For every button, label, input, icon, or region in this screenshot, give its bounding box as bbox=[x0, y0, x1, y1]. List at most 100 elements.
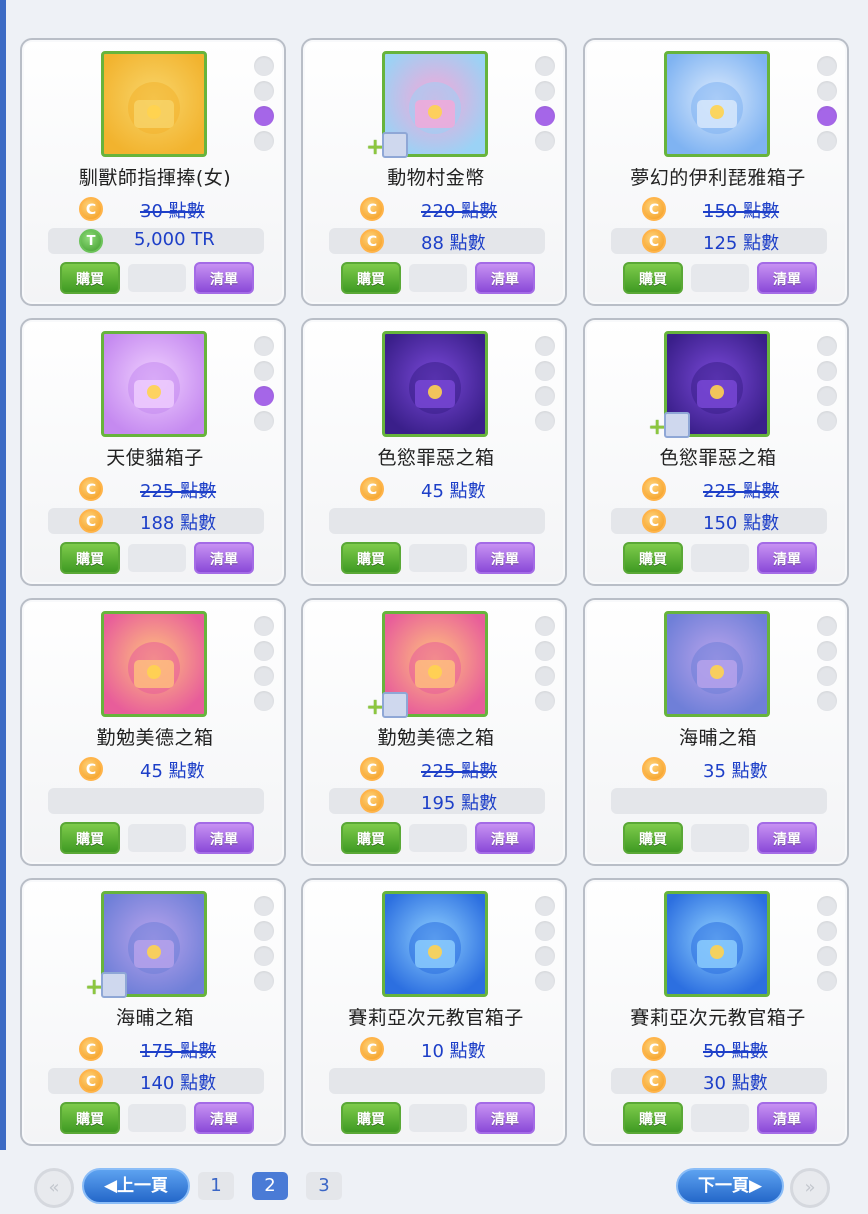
indicator-dot[interactable] bbox=[817, 641, 837, 661]
indicator-dot[interactable] bbox=[254, 81, 274, 101]
product-card[interactable]: 賽莉亞次元教官箱子 C 10 點數 購買 清單 bbox=[301, 878, 567, 1146]
wishlist-button[interactable]: 清單 bbox=[757, 542, 817, 574]
wishlist-button[interactable]: 清單 bbox=[194, 822, 254, 854]
page-link-2[interactable]: 2 bbox=[252, 1172, 288, 1200]
indicator-dot[interactable] bbox=[254, 641, 274, 661]
next-page-button[interactable]: 下一頁▶ bbox=[676, 1168, 784, 1204]
buy-button[interactable]: 購買 bbox=[341, 542, 401, 574]
wishlist-button[interactable]: 清單 bbox=[757, 262, 817, 294]
product-card[interactable]: 賽莉亞次元教官箱子 C 50 點數 C 30 點數 購買 清單 bbox=[583, 878, 849, 1146]
indicator-dot[interactable] bbox=[535, 691, 555, 711]
indicator-dot[interactable] bbox=[254, 896, 274, 916]
product-card[interactable]: 夢幻的伊利琵雅箱子 C 150 點數 C 125 點數 購買 清單 bbox=[583, 38, 849, 306]
wishlist-button[interactable]: 清單 bbox=[475, 1102, 535, 1134]
indicator-dot[interactable] bbox=[817, 971, 837, 991]
buy-button[interactable]: 購買 bbox=[623, 1102, 683, 1134]
page-link-1[interactable]: 1 bbox=[198, 1172, 234, 1200]
product-thumbnail[interactable] bbox=[101, 331, 207, 437]
wishlist-button[interactable]: 清單 bbox=[475, 262, 535, 294]
prev-page-button[interactable]: ◀上一頁 bbox=[82, 1168, 190, 1204]
product-thumbnail[interactable] bbox=[664, 51, 770, 157]
indicator-dot[interactable] bbox=[535, 386, 555, 406]
indicator-dot[interactable] bbox=[254, 971, 274, 991]
wishlist-button[interactable]: 清單 bbox=[194, 1102, 254, 1134]
indicator-dot[interactable] bbox=[817, 691, 837, 711]
indicator-dot[interactable] bbox=[817, 56, 837, 76]
indicator-dot[interactable] bbox=[254, 361, 274, 381]
indicator-dot[interactable] bbox=[254, 106, 274, 126]
product-name: 海晡之箱 bbox=[115, 1007, 194, 1029]
indicator-dot[interactable] bbox=[535, 81, 555, 101]
indicator-dot[interactable] bbox=[817, 896, 837, 916]
product-card[interactable]: + 色慾罪惡之箱 C 225 點數 C 150 點數 購買 清單 bbox=[583, 318, 849, 586]
product-card[interactable]: 馴獸師指揮捧(女) C 30 點數 T 5,000 TR 購買 清單 bbox=[20, 38, 286, 306]
indicator-dot[interactable] bbox=[254, 336, 274, 356]
indicator-dot[interactable] bbox=[535, 131, 555, 151]
product-thumbnail[interactable] bbox=[101, 611, 207, 717]
indicator-dot[interactable] bbox=[535, 411, 555, 431]
product-thumbnail[interactable] bbox=[664, 891, 770, 997]
product-card[interactable]: 天使貓箱子 C 225 點數 C 188 點數 購買 清單 bbox=[20, 318, 286, 586]
indicator-dot[interactable] bbox=[817, 106, 837, 126]
indicator-dot[interactable] bbox=[254, 411, 274, 431]
indicator-dot[interactable] bbox=[535, 971, 555, 991]
indicator-dot[interactable] bbox=[535, 56, 555, 76]
buy-button[interactable]: 購買 bbox=[60, 822, 120, 854]
product-card[interactable]: 色慾罪惡之箱 C 45 點數 購買 清單 bbox=[301, 318, 567, 586]
indicator-dot[interactable] bbox=[817, 81, 837, 101]
first-page-button[interactable]: « bbox=[34, 1168, 74, 1208]
buy-button[interactable]: 購買 bbox=[341, 262, 401, 294]
indicator-dot[interactable] bbox=[535, 921, 555, 941]
wishlist-button[interactable]: 清單 bbox=[194, 542, 254, 574]
buy-button[interactable]: 購買 bbox=[623, 262, 683, 294]
indicator-dot[interactable] bbox=[254, 921, 274, 941]
buy-button[interactable]: 購買 bbox=[623, 822, 683, 854]
indicator-dot[interactable] bbox=[254, 616, 274, 636]
product-card[interactable]: 勤勉美德之箱 C 45 點數 購買 清單 bbox=[20, 598, 286, 866]
indicator-dot[interactable] bbox=[817, 666, 837, 686]
buy-button[interactable]: 購買 bbox=[623, 542, 683, 574]
indicator-dot[interactable] bbox=[535, 361, 555, 381]
indicator-dot[interactable] bbox=[254, 666, 274, 686]
indicator-dot[interactable] bbox=[817, 946, 837, 966]
product-card[interactable]: + 動物村金幣 C 220 點數 C 88 點數 購買 清單 bbox=[301, 38, 567, 306]
indicator-dot[interactable] bbox=[535, 641, 555, 661]
indicator-dot[interactable] bbox=[254, 131, 274, 151]
wishlist-button[interactable]: 清單 bbox=[475, 542, 535, 574]
last-page-button[interactable]: » bbox=[790, 1168, 830, 1208]
buy-button[interactable]: 購買 bbox=[60, 1102, 120, 1134]
buy-button[interactable]: 購買 bbox=[341, 1102, 401, 1134]
indicator-dot[interactable] bbox=[535, 336, 555, 356]
indicator-dot[interactable] bbox=[817, 336, 837, 356]
product-thumbnail[interactable] bbox=[382, 331, 488, 437]
indicator-dot[interactable] bbox=[817, 411, 837, 431]
buy-button[interactable]: 購買 bbox=[60, 542, 120, 574]
indicator-dot[interactable] bbox=[817, 361, 837, 381]
indicator-dot[interactable] bbox=[535, 896, 555, 916]
buy-button[interactable]: 購買 bbox=[341, 822, 401, 854]
product-card[interactable]: 海晡之箱 C 35 點數 購買 清單 bbox=[583, 598, 849, 866]
indicator-dot[interactable] bbox=[254, 946, 274, 966]
wishlist-button[interactable]: 清單 bbox=[475, 822, 535, 854]
indicator-dot[interactable] bbox=[535, 616, 555, 636]
indicator-dot[interactable] bbox=[254, 56, 274, 76]
indicator-dot[interactable] bbox=[817, 616, 837, 636]
indicator-dot[interactable] bbox=[817, 131, 837, 151]
product-thumbnail[interactable] bbox=[664, 611, 770, 717]
indicator-dot[interactable] bbox=[254, 386, 274, 406]
indicator-dot[interactable] bbox=[535, 946, 555, 966]
product-card[interactable]: + 勤勉美德之箱 C 225 點數 C 195 點數 購買 清單 bbox=[301, 598, 567, 866]
indicator-dot[interactable] bbox=[817, 386, 837, 406]
buy-button[interactable]: 購買 bbox=[60, 262, 120, 294]
wishlist-button[interactable]: 清單 bbox=[194, 262, 254, 294]
product-card[interactable]: + 海晡之箱 C 175 點數 C 140 點數 購買 清單 bbox=[20, 878, 286, 1146]
indicator-dot[interactable] bbox=[535, 666, 555, 686]
page-link-3[interactable]: 3 bbox=[306, 1172, 342, 1200]
indicator-dot[interactable] bbox=[817, 921, 837, 941]
wishlist-button[interactable]: 清單 bbox=[757, 1102, 817, 1134]
indicator-dot[interactable] bbox=[535, 106, 555, 126]
product-thumbnail[interactable] bbox=[101, 51, 207, 157]
product-thumbnail[interactable] bbox=[382, 891, 488, 997]
wishlist-button[interactable]: 清單 bbox=[757, 822, 817, 854]
indicator-dot[interactable] bbox=[254, 691, 274, 711]
